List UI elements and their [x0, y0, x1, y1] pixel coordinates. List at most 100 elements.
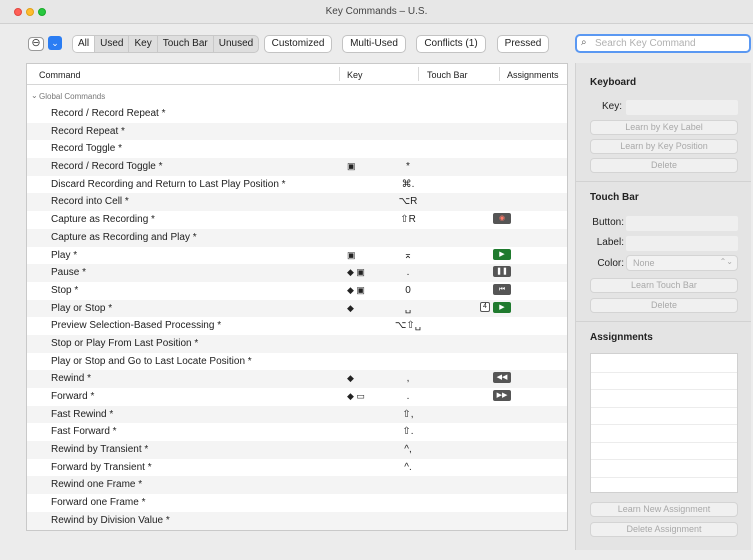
table-row[interactable]: Play or Stop and Go to Last Locate Posit…: [27, 353, 567, 371]
filter-unused-tab[interactable]: Unused: [214, 36, 258, 52]
filter-touch-bar-tab[interactable]: Touch Bar: [158, 36, 214, 52]
column-divider: [418, 67, 419, 81]
touch-bar-cell: ▶: [467, 248, 511, 260]
group-label: Global Commands: [39, 92, 106, 101]
table-row[interactable]: Fast Rewind * ⇧,: [27, 405, 567, 424]
table-row[interactable]: Stop or Play From Last Position *: [27, 334, 567, 353]
collapse-all-button[interactable]: ⊖: [28, 37, 44, 51]
table-row[interactable]: Record / Record Toggle * ▣ *: [27, 158, 567, 176]
key-shortcut: ⌥R: [398, 196, 418, 208]
command-name: Rewind one Frame *: [51, 479, 143, 491]
command-name: Record / Record Repeat *: [51, 108, 166, 119]
table-row[interactable]: Play * ▣ ⌅ ▶: [27, 247, 567, 265]
command-name: Discard Recording and Return to Last Pla…: [51, 178, 286, 190]
filter-key-tab[interactable]: Key: [129, 36, 158, 52]
search-field[interactable]: ⌕: [575, 34, 751, 53]
list-row-divider: [591, 441, 737, 443]
touch-bar-cell: 4 ▶: [467, 301, 511, 313]
delete-key-button[interactable]: Delete: [590, 158, 738, 173]
filter-all-tab[interactable]: All: [73, 36, 96, 52]
learn-new-assignment-button[interactable]: Learn New Assignment: [590, 502, 738, 517]
modifier-icon: ◆ ▭: [347, 391, 365, 401]
key-shortcut: ⌅: [403, 249, 413, 261]
assignments-list[interactable]: [590, 353, 738, 493]
command-name: Record Repeat *: [51, 125, 125, 137]
command-name: Stop or Play From Last Position *: [51, 337, 199, 349]
table-row[interactable]: Play or Stop * ◆ ␣ 4 ▶: [27, 299, 567, 318]
list-row-divider: [591, 424, 737, 425]
delete-assignment-button[interactable]: Delete Assignment: [590, 522, 738, 537]
table-row[interactable]: Record Repeat *: [27, 122, 567, 141]
table-row[interactable]: Rewind * ◆, ◀◀: [27, 370, 567, 388]
group-row-global-commands[interactable]: ⌄ Global Commands: [27, 90, 567, 104]
button-field[interactable]: [626, 216, 738, 231]
conflicts-button[interactable]: Conflicts (1): [416, 35, 486, 53]
table-row[interactable]: Capture as Recording and Play *: [27, 228, 567, 247]
command-name: Forward by Transient *: [51, 461, 152, 473]
table-row[interactable]: Rewind one Frame *: [27, 476, 567, 495]
label-field[interactable]: [626, 236, 738, 251]
modifier-icon: ▣: [347, 249, 356, 260]
touch-bar-button-icon: ▶: [493, 301, 511, 313]
learn-by-key-label-button[interactable]: Learn by Key Label: [590, 120, 738, 135]
key-shortcut: ^,: [404, 444, 412, 456]
color-select[interactable]: None ⌃⌄: [626, 255, 738, 271]
customized-button[interactable]: Customized: [264, 35, 332, 53]
toolbar: ⊖ ⌄ All Used Key Touch Bar Unused Customized…: [0, 24, 753, 60]
column-header-touch-bar[interactable]: Touch Bar: [427, 70, 468, 80]
table-row[interactable]: Pause * ◆ ▣. ❚❚: [27, 264, 567, 282]
table-row[interactable]: Stop * ◆ ▣ 0 ⏮: [27, 282, 567, 300]
table-row[interactable]: Record / Record Repeat *: [27, 105, 567, 123]
list-row-divider: [591, 406, 737, 408]
table-row[interactable]: Capture as Recording * ⇧R ◉: [27, 211, 567, 229]
column-header-key[interactable]: Key: [347, 70, 363, 80]
list-row-divider: [591, 371, 737, 373]
options-menu-button[interactable]: ⌄: [48, 36, 62, 50]
label-label: Label:: [596, 237, 624, 248]
table-row[interactable]: Fast Forward * ⇧.: [27, 423, 567, 441]
key-field[interactable]: [626, 100, 738, 115]
list-row-divider: [591, 476, 737, 478]
table-row[interactable]: Forward * ◆ ▭. ▶▶: [27, 388, 567, 406]
command-name: Record / Record Toggle *: [51, 161, 163, 173]
filter-used-tab[interactable]: Used: [95, 36, 130, 52]
search-input[interactable]: [595, 37, 745, 50]
inspector-panel: Keyboard Key: Learn by Key Label Learn b…: [575, 63, 751, 550]
learn-touch-bar-button[interactable]: Learn Touch Bar: [590, 278, 738, 293]
touch-bar-heading: Touch Bar: [590, 192, 639, 203]
chevron-up-down-icon: ⌃⌄: [719, 257, 733, 266]
key-shortcut: ⌘.: [401, 178, 415, 190]
column-header-command[interactable]: Command: [39, 70, 81, 80]
command-name: Play *: [51, 249, 78, 261]
button-label: Button:: [592, 217, 624, 228]
table-row[interactable]: Rewind by Transient * ^,: [27, 441, 567, 459]
key-shortcut: ^.: [404, 461, 412, 473]
multi-used-button[interactable]: Multi-Used: [342, 35, 406, 53]
command-name: Rewind by Division Value *: [51, 514, 170, 526]
assignments-heading: Assignments: [590, 332, 653, 343]
table-row[interactable]: Discard Recording and Return to Last Pla…: [27, 176, 567, 194]
pressed-button[interactable]: Pressed: [497, 35, 549, 53]
column-header-assignments[interactable]: Assignments: [507, 70, 559, 80]
disclosure-triangle-icon[interactable]: ⌄: [31, 91, 38, 100]
touch-bar-button-icon: ❚❚: [493, 266, 511, 278]
modifier-icon: ◆ ▣: [347, 284, 365, 295]
table-row[interactable]: Record Toggle *: [27, 140, 567, 158]
command-name: Record Toggle *: [51, 143, 122, 155]
key-shortcut: ⌥⇧␣: [394, 320, 422, 332]
touch-bar-cell: ◀◀: [467, 372, 511, 384]
column-divider: [339, 67, 340, 81]
touch-bar-cell: ▶▶: [467, 390, 511, 401]
table-row[interactable]: Forward by Transient * ^.: [27, 459, 567, 477]
table-row[interactable]: Forward one Frame *: [27, 494, 567, 512]
table-row[interactable]: Preview Selection-Based Processing * ⌥⇧␣: [27, 317, 567, 335]
command-rows: Record / Record Repeat * Record Repeat * R…: [27, 105, 567, 530]
command-name: Rewind *: [51, 373, 92, 385]
table-row[interactable]: Rewind by Division Value *: [27, 511, 567, 530]
modifier-icon: ◆ ▣: [347, 267, 365, 278]
delete-touch-bar-button[interactable]: Delete: [590, 298, 738, 313]
title-bar: Key Commands – U.S.: [0, 0, 753, 24]
learn-by-key-position-button[interactable]: Learn by Key Position: [590, 139, 738, 154]
table-row[interactable]: Record into Cell * ⌥R: [27, 193, 567, 212]
list-row-divider: [591, 459, 737, 460]
